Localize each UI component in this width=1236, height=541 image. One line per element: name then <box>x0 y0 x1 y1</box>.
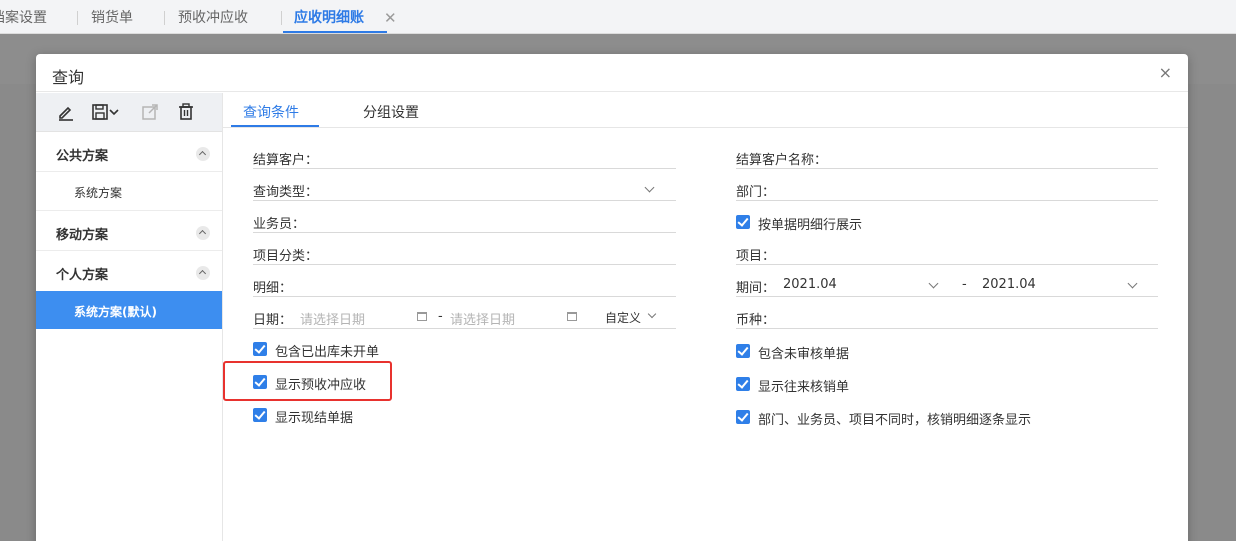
checkbox-checked-icon[interactable] <box>736 344 750 358</box>
scheme-item-label: 系统方案 <box>74 186 123 200</box>
query-type-label: 查询类型： <box>253 185 319 200</box>
dialog-header: 查询 × <box>36 54 1188 92</box>
query-dialog: 查询 × 公共方案 系统方案 移动方案 个人方案 系统方案(默认) 查询条件 分… <box>36 54 1188 541</box>
date-separator: - <box>438 309 443 324</box>
customer-field[interactable]: 结算客户： <box>253 147 676 169</box>
checkbox-label: 显示现结单据 <box>275 411 354 426</box>
checkbox-label: 包含已出库未开单 <box>275 345 380 360</box>
tab-receivable-ledger[interactable]: 应收明细账 ✕ <box>283 0 397 34</box>
checkbox-label: 显示往来核销单 <box>758 380 850 395</box>
tab-receivable-ledger-label: 应收明细账 <box>294 10 364 26</box>
scheme-item[interactable]: 系统方案 <box>36 172 222 211</box>
customer-label: 结算客户： <box>253 153 319 168</box>
date-mode-select[interactable]: 自定义 <box>605 309 641 326</box>
tab-query-conditions[interactable]: 查询条件 <box>243 102 299 122</box>
department-field[interactable]: 部门： <box>736 179 1158 201</box>
project-label: 项目： <box>736 249 776 264</box>
date-label: 日期： <box>253 313 293 328</box>
checkbox-checked-icon[interactable] <box>253 342 267 356</box>
scheme-item-label: 系统方案(默认) <box>74 305 157 319</box>
tab-divider <box>281 11 282 25</box>
edit-icon[interactable] <box>56 102 76 122</box>
customer-name-label: 结算客户名称： <box>736 153 828 168</box>
close-icon[interactable]: × <box>1159 63 1172 82</box>
scheme-item-selected[interactable]: 系统方案(默认) <box>36 291 222 329</box>
chevron-down-icon[interactable] <box>108 102 120 122</box>
group-personal-schemes[interactable]: 个人方案 <box>36 251 222 291</box>
chevron-down-icon <box>647 309 657 319</box>
export-icon[interactable] <box>140 102 160 122</box>
period-range-field: 期间： 2021.04 - 2021.04 <box>736 275 1158 297</box>
tab-prepayment-offset[interactable]: 预收冲应收 <box>178 0 248 34</box>
checkbox-show-writeoff-detail[interactable]: 部门、业务员、项目不同时，核销明细逐条显示 <box>736 409 1156 428</box>
checkbox-checked-icon[interactable] <box>736 215 750 229</box>
delete-icon[interactable] <box>176 102 196 122</box>
project-field[interactable]: 项目： <box>736 243 1158 265</box>
group-public-schemes[interactable]: 公共方案 <box>36 132 222 172</box>
salesperson-label: 业务员： <box>253 217 306 232</box>
save-icon[interactable] <box>90 102 110 122</box>
chevron-down-icon[interactable] <box>928 278 939 289</box>
checkbox-include-unaudited[interactable]: 包含未审核单据 <box>736 343 1136 362</box>
period-separator: - <box>962 277 967 292</box>
scheme-sidebar: 公共方案 系统方案 移动方案 个人方案 系统方案(默认) <box>36 93 223 541</box>
period-from-select[interactable]: 2021.04 <box>783 277 837 292</box>
currency-field[interactable]: 币种： <box>736 307 1158 329</box>
date-range-field: 日期： 请选择日期 - 请选择日期 自定义 <box>253 307 676 329</box>
checkbox-show-cash-settlement[interactable]: 显示现结单据 <box>253 407 553 426</box>
project-category-field[interactable]: 项目分类： <box>253 243 676 265</box>
period-to-select[interactable]: 2021.04 <box>982 277 1036 292</box>
tab-sales-order[interactable]: 销货单 <box>91 0 133 34</box>
dialog-title: 查询 <box>52 68 85 87</box>
close-icon[interactable]: ✕ <box>384 0 397 36</box>
group-label: 公共方案 <box>56 149 109 164</box>
tab-divider <box>77 11 78 25</box>
checkbox-include-shipped-uninvoiced[interactable]: 包含已出库未开单 <box>253 341 553 360</box>
checkbox-checked-icon[interactable] <box>736 410 750 424</box>
checkbox-label: 按单据明细行展示 <box>758 218 863 233</box>
checkbox-checked-icon[interactable] <box>736 377 750 391</box>
department-label: 部门： <box>736 185 776 200</box>
date-from-input[interactable]: 请选择日期 <box>300 309 365 328</box>
scheme-toolbar <box>36 93 222 132</box>
checkbox-checked-icon[interactable] <box>253 408 267 422</box>
tab-group-settings[interactable]: 分组设置 <box>363 102 419 122</box>
chevron-down-icon[interactable] <box>1127 278 1138 289</box>
date-to-input[interactable]: 请选择日期 <box>450 309 515 328</box>
detail-label: 明细： <box>253 281 293 296</box>
calendar-icon[interactable] <box>417 312 427 321</box>
checkbox-show-by-detail-row[interactable]: 按单据明细行展示 <box>736 214 1036 233</box>
detail-field[interactable]: 明细： <box>253 275 676 297</box>
project-category-label: 项目分类： <box>253 249 319 264</box>
group-label: 个人方案 <box>56 268 109 283</box>
chevron-down-icon <box>644 182 655 193</box>
calendar-icon[interactable] <box>567 312 577 321</box>
group-label: 移动方案 <box>56 228 109 243</box>
checkbox-label: 包含未审核单据 <box>758 347 850 362</box>
customer-name-field[interactable]: 结算客户名称： <box>736 147 1158 169</box>
active-tab-indicator <box>231 125 319 127</box>
query-tabs: 查询条件 分组设置 <box>223 93 1188 128</box>
chevron-up-icon[interactable] <box>196 266 210 280</box>
salesperson-field[interactable]: 业务员： <box>253 211 676 233</box>
tab-divider <box>164 11 165 25</box>
query-type-select[interactable]: 查询类型： <box>253 179 676 201</box>
period-label: 期间： <box>736 281 776 296</box>
checkbox-show-writeoff-docs[interactable]: 显示往来核销单 <box>736 376 1136 395</box>
top-tab-bar: 档案设置 销货单 预收冲应收 应收明细账 ✕ <box>0 0 1236 34</box>
tab-archive-settings[interactable]: 档案设置 <box>0 0 47 34</box>
chevron-up-icon[interactable] <box>196 147 210 161</box>
checkbox-label: 部门、业务员、项目不同时，核销明细逐条显示 <box>758 413 1032 428</box>
chevron-up-icon[interactable] <box>196 226 210 240</box>
currency-label: 币种： <box>736 313 776 328</box>
group-mobile-schemes[interactable]: 移动方案 <box>36 211 222 251</box>
annotation-highlight-box <box>223 361 392 401</box>
